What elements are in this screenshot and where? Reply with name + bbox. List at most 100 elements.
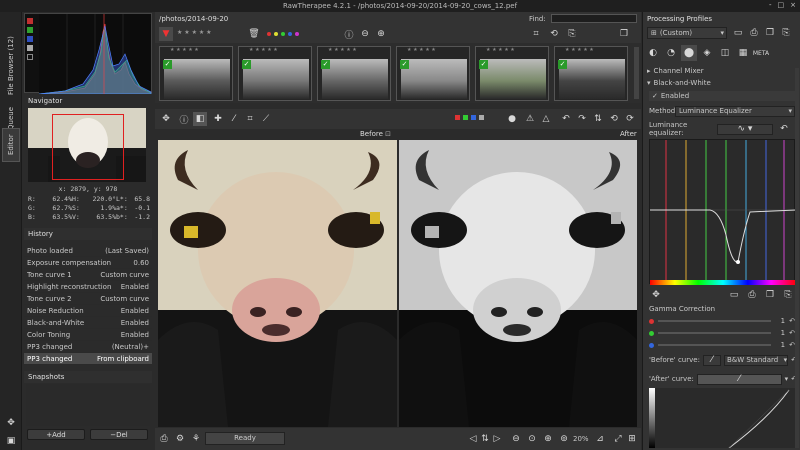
gamma-blue-slider[interactable]: 1 ↶ [649, 339, 795, 351]
curve-paste-icon[interactable]: ⎘ [781, 288, 795, 302]
tab-wavelet[interactable]: ◈ [699, 45, 715, 61]
gamma-green-slider[interactable]: 1 ↶ [649, 327, 795, 339]
info-toggle-icon[interactable]: ⓘ [177, 112, 191, 126]
method-select[interactable]: Luminance Equalizer ▾ [675, 105, 795, 117]
highlight-clip-icon[interactable]: △ [539, 112, 553, 126]
enabled-checkbox[interactable]: ✓ [652, 92, 661, 100]
zoom-out-icon[interactable]: ⊖ [358, 27, 372, 41]
history-row[interactable]: Color Toning Enabled [24, 329, 152, 341]
history-row[interactable]: PP3 changed From clipboard [24, 353, 152, 365]
snapshot-add-button[interactable]: +Add [27, 429, 85, 440]
zoom-in-icon[interactable]: ⊕ [541, 432, 555, 446]
before-after-icon[interactable]: ◧ [193, 112, 207, 126]
history-row[interactable]: Highlight reconstruction Enabled [24, 281, 152, 293]
after-curve-select[interactable]: ⁄ [696, 373, 782, 385]
paste-icon[interactable]: ⎘ [565, 27, 579, 41]
queue-icon[interactable]: ⚙ [173, 432, 187, 446]
info-icon[interactable]: ⓘ [342, 27, 356, 41]
tab-metadata[interactable]: META [753, 45, 769, 61]
filmstrip-thumbnail[interactable]: ★ ★ ★ ★ ★ ✓ [238, 46, 312, 101]
sync-icon[interactable]: ⇅ [479, 432, 491, 446]
history-row[interactable]: Black-and-White Enabled [24, 317, 152, 329]
find-input[interactable] [551, 14, 637, 23]
tab-detail[interactable]: ◔ [663, 45, 679, 61]
focus-mask-icon[interactable]: ● [505, 112, 519, 126]
copy-profile-icon[interactable]: ❐ [763, 26, 777, 40]
history-row[interactable]: PP3 changed (Neutral)+ [24, 341, 152, 353]
open-profile-icon[interactable]: ▭ [731, 26, 745, 40]
filmstrip-thumbnail[interactable]: ★ ★ ★ ★ ★ ✓ [317, 46, 391, 101]
chevron-down-icon[interactable]: ▾ [785, 375, 789, 383]
lock-icon[interactable]: ⊡ [385, 130, 391, 138]
external-editor-icon[interactable]: ⚘ [189, 432, 203, 446]
navigator-preview[interactable] [28, 108, 146, 182]
zoom-out-icon[interactable]: ⊖ [509, 432, 523, 446]
reset-curve-icon[interactable]: ↶ [777, 124, 791, 135]
right-scrollbar[interactable] [795, 68, 799, 448]
history-row[interactable]: Noise Reduction Enabled [24, 305, 152, 317]
before-curve-select[interactable]: B&W Standard ▾ [723, 354, 789, 366]
save-icon[interactable]: ⎙ [157, 432, 171, 446]
rotate-icon[interactable]: ⟲ [547, 27, 561, 41]
copy-icon[interactable]: ❐ [617, 27, 631, 41]
minimize-button[interactable]: - [769, 1, 772, 9]
tab-transform[interactable]: ◫ [717, 45, 733, 61]
channel-mixer-header[interactable]: ▸ Channel Mixer [647, 66, 704, 76]
flip-icon[interactable]: ⇅ [591, 112, 605, 126]
filmstrip-thumbnail[interactable]: ★ ★ ★ ★ ★ ✓ [159, 46, 233, 101]
before-image[interactable] [158, 140, 397, 427]
preferences-icon[interactable]: ✥ [4, 416, 18, 430]
channel-red-toggle[interactable] [27, 18, 33, 24]
fullscreen-icon[interactable]: ▣ [4, 434, 18, 448]
rotate-right-icon[interactable]: ⟳ [623, 112, 637, 126]
zoom-100-icon[interactable]: ⊙ [525, 432, 539, 446]
fullscreen-toggle-icon[interactable]: ⤢ [611, 432, 625, 446]
straighten-icon[interactable]: ⟋ [259, 112, 273, 126]
after-curve-graph[interactable] [649, 388, 795, 449]
redo-icon[interactable]: ↷ [575, 112, 589, 126]
zoom-in-icon[interactable]: ⊕ [374, 27, 388, 41]
raw-histogram-toggle[interactable] [27, 54, 33, 60]
filmstrip-scrollbar[interactable] [634, 47, 639, 99]
thumbnail-rank-stars[interactable]: ★ ★ ★ ★ ★ [397, 47, 469, 55]
thumbnail-rank-stars[interactable]: ★ ★ ★ ★ ★ [318, 47, 390, 55]
curve-edit-icon[interactable]: ✥ [649, 288, 663, 302]
curve-type-select[interactable]: ∿ ▾ [717, 123, 773, 135]
tab-raw[interactable]: ▦ [735, 45, 751, 61]
tab-exposure[interactable]: ◐ [645, 45, 661, 61]
history-row[interactable]: Tone curve 1 Custom curve [24, 269, 152, 281]
gamma-red-slider[interactable]: 1 ↶ [649, 315, 795, 327]
after-image[interactable] [399, 140, 637, 427]
filmstrip-thumbnail[interactable]: ★ ★ ★ ★ ★ ✓ [396, 46, 470, 101]
before-curve-edit[interactable]: ⁄ [702, 354, 721, 366]
new-detail-window-icon[interactable]: ⊿ [593, 432, 607, 446]
crop-tool-icon[interactable]: ⌗ [243, 112, 257, 126]
thumbnail-rank-stars[interactable]: ★ ★ ★ ★ ★ [160, 47, 232, 55]
zoom-fit-icon[interactable]: ⊚ [557, 432, 571, 446]
preview-channel-buttons[interactable] [455, 115, 484, 120]
history-row[interactable]: Tone curve 2 Custom curve [24, 293, 152, 305]
tab-file-browser[interactable]: File Browser (12) [2, 28, 20, 104]
rank-filter-stars[interactable]: ★ ★ ★ ★ ★ [177, 29, 212, 36]
shadow-clip-icon[interactable]: ⚠ [523, 112, 537, 126]
tab-editor[interactable]: Editor [2, 128, 20, 162]
next-image-icon[interactable]: ▷ [491, 432, 503, 446]
history-row[interactable]: Exposure compensation 0.60 [24, 257, 152, 269]
channel-blue-toggle[interactable] [27, 36, 33, 42]
paste-profile-icon[interactable]: ⎘ [779, 26, 793, 40]
channel-green-toggle[interactable] [27, 27, 33, 33]
lum-eq-curve[interactable] [649, 139, 797, 285]
bw-enabled[interactable]: ✓ Enabled [649, 91, 795, 101]
previous-image-icon[interactable]: ◁ [467, 432, 479, 446]
filmstrip-thumbnail[interactable]: ★ ★ ★ ★ ★ ✓ [554, 46, 628, 101]
thumbnail-rank-stars[interactable]: ★ ★ ★ ★ ★ [555, 47, 627, 55]
undo-icon[interactable]: ↶ [559, 112, 573, 126]
tab-color[interactable]: ⬤ [681, 45, 697, 61]
side-panels-toggle-icon[interactable]: ⊞ [625, 432, 639, 446]
save-profile-icon[interactable]: ⎙ [747, 26, 761, 40]
color-label-filters[interactable] [267, 32, 299, 36]
maximize-button[interactable]: □ [778, 1, 785, 9]
thumbnail-rank-stars[interactable]: ★ ★ ★ ★ ★ [239, 47, 311, 55]
pan-icon[interactable]: ✚ [211, 112, 225, 126]
curve-copy-icon[interactable]: ❐ [763, 288, 777, 302]
